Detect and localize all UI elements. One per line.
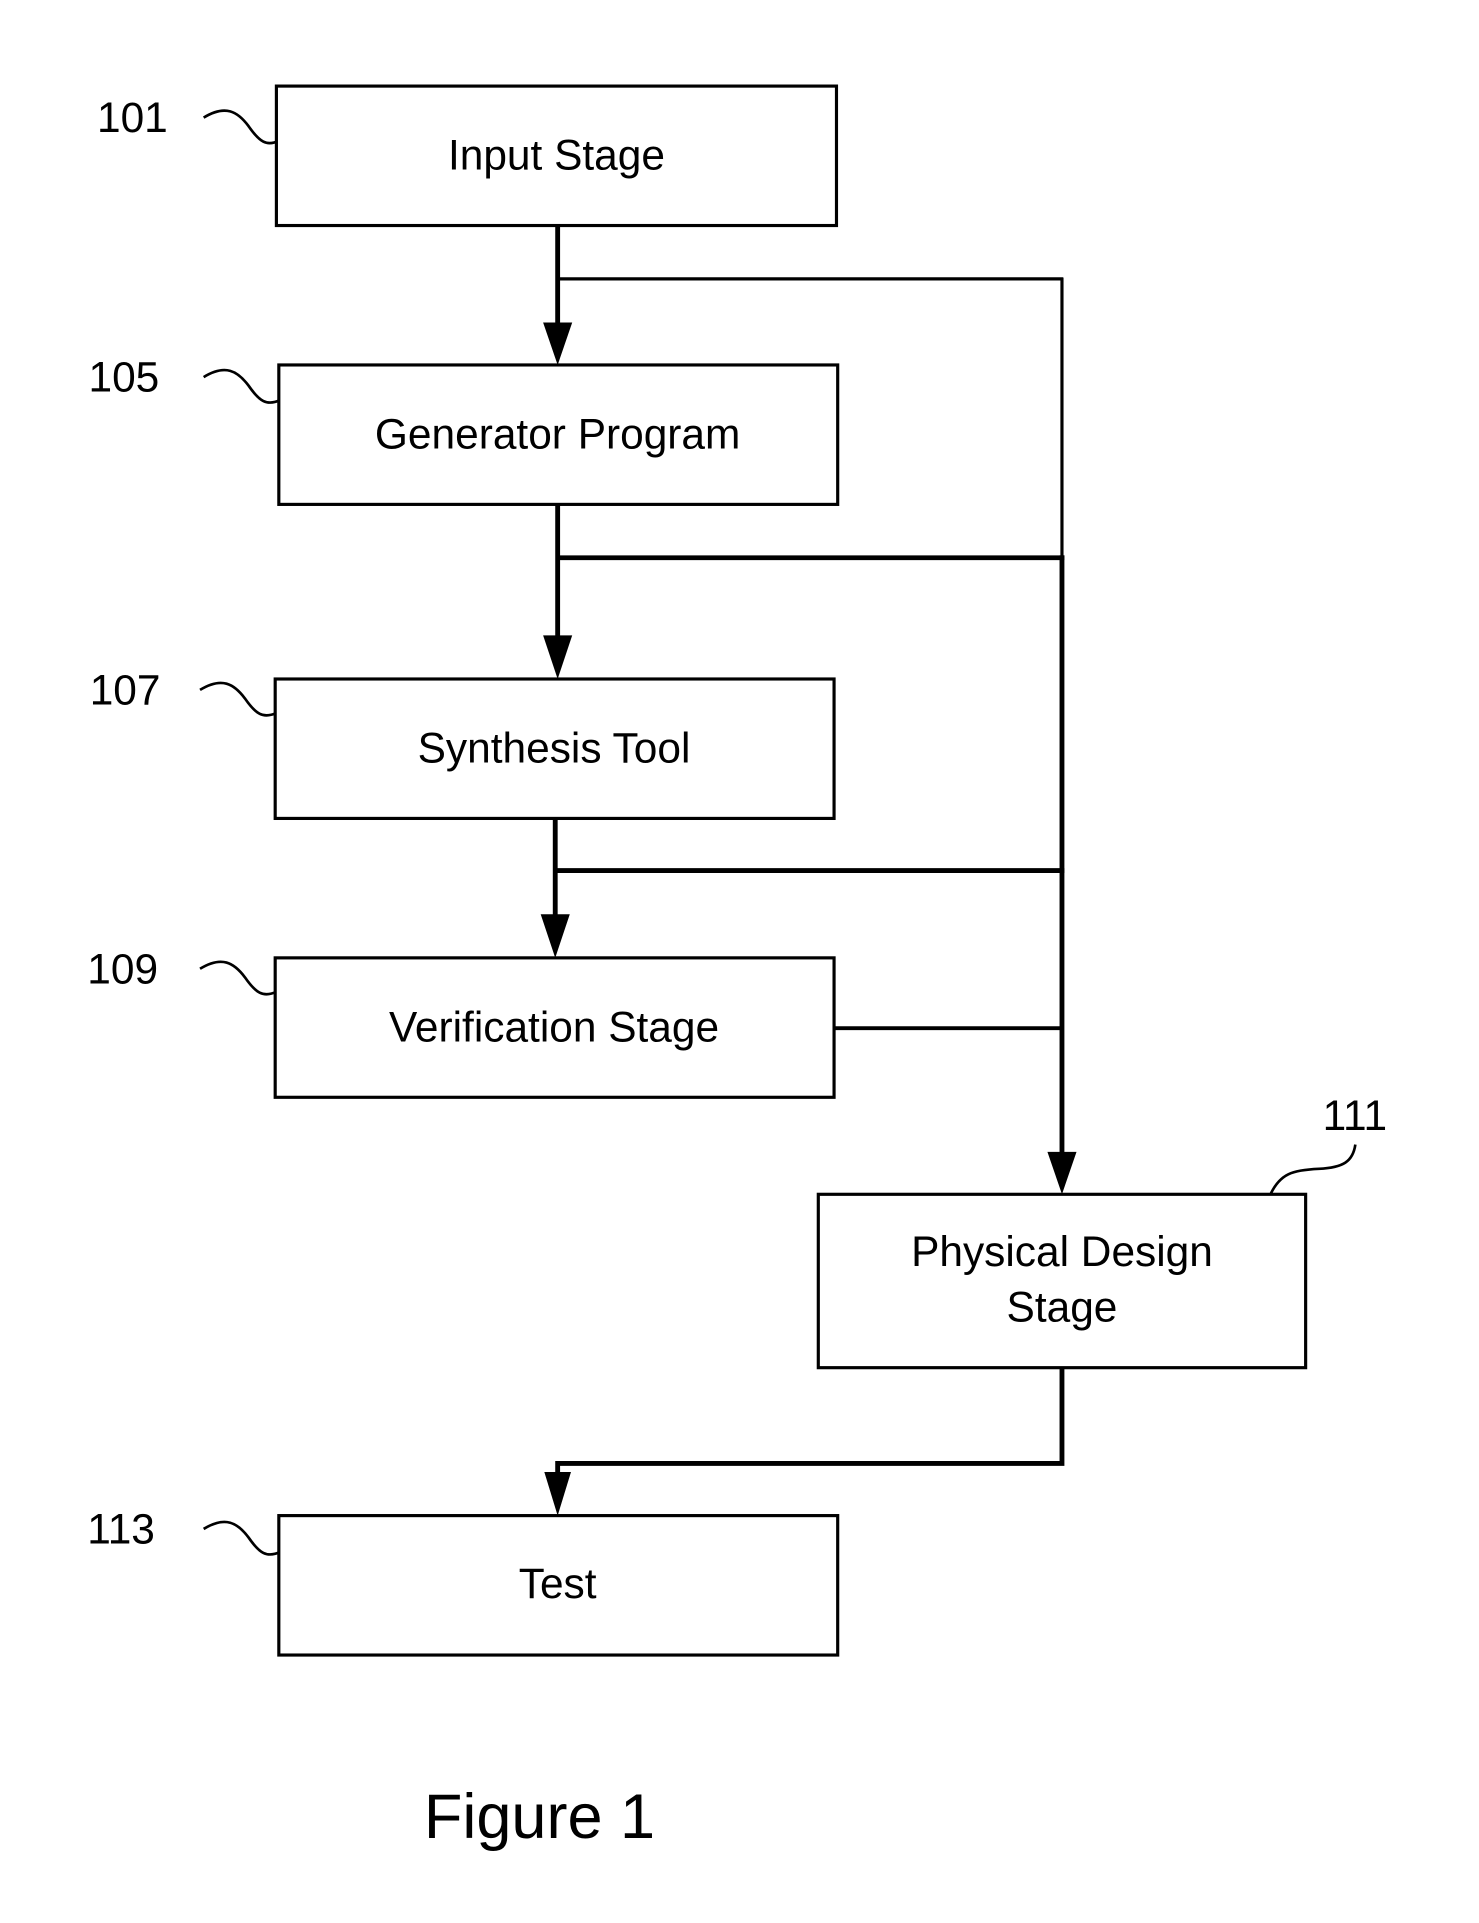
node-test: Test 113 (87, 1505, 840, 1657)
physical-design-box (816, 1192, 1308, 1370)
node-verification: Verification Stage 109 (87, 945, 836, 1099)
leader-109 (199, 960, 277, 996)
ref-107: 107 (90, 666, 161, 713)
ref-111: 111 (1323, 1092, 1387, 1139)
leader-113 (202, 1520, 281, 1556)
ref-105: 105 (88, 354, 159, 401)
arrowhead-test (544, 1471, 571, 1516)
node-generator: Generator Program 105 (88, 354, 840, 506)
verification-stage-label: Verification Stage (389, 1004, 719, 1051)
connector-physical-test (555, 1367, 1065, 1482)
test-label: Test (519, 1560, 597, 1607)
arrowhead-verification (540, 914, 570, 958)
physical-design-label-line2: Stage (1007, 1284, 1118, 1331)
figure-caption: Figure 1 (424, 1782, 655, 1852)
flow-diagram: Input Stage 101 Generator Program 105 Sy… (87, 84, 1387, 1852)
ref-113: 113 (87, 1505, 155, 1552)
leader-111 (1269, 1144, 1357, 1195)
arrowhead-physical (1047, 1151, 1077, 1195)
input-stage-label: Input Stage (448, 132, 665, 179)
node-input: Input Stage 101 (97, 84, 839, 228)
leader-107 (199, 681, 277, 717)
synthesis-tool-label: Synthesis Tool (418, 725, 691, 772)
leader-105 (202, 368, 281, 404)
ref-101: 101 (97, 94, 168, 141)
arrowhead-generator (543, 322, 573, 365)
leader-101 (202, 109, 280, 145)
node-physical: Physical Design Stage 111 (816, 1092, 1387, 1370)
arrowhead-synthesis (543, 635, 573, 679)
generator-program-label: Generator Program (375, 411, 740, 458)
ref-109: 109 (87, 945, 158, 992)
physical-design-label-line1: Physical Design (911, 1228, 1213, 1275)
